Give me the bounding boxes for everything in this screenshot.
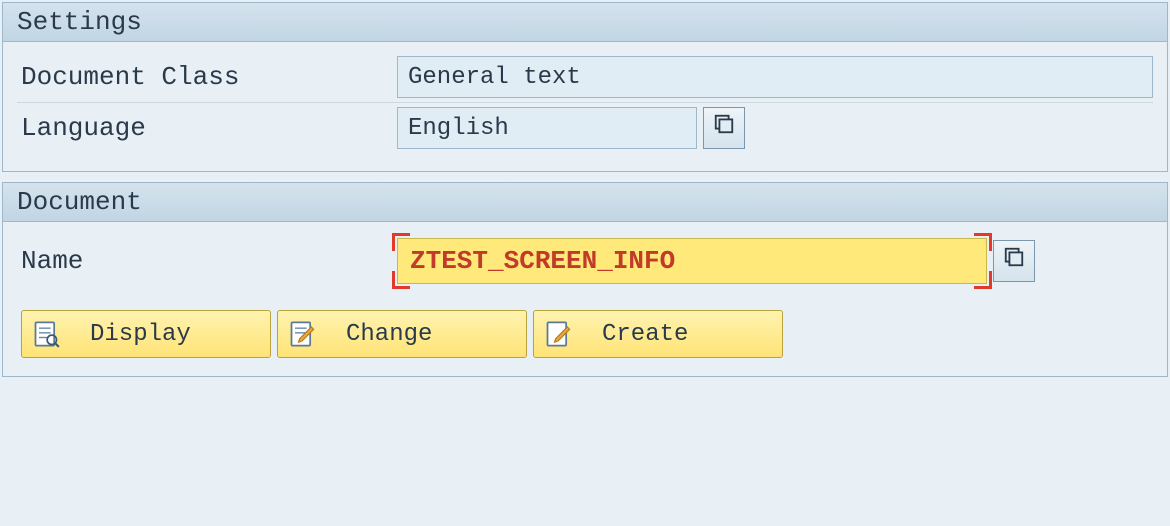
name-field-wrap	[397, 238, 987, 284]
language-label: Language	[17, 113, 397, 143]
language-field[interactable]: English	[397, 107, 697, 149]
required-corner-icon	[974, 271, 992, 289]
display-icon	[32, 320, 60, 348]
required-corner-icon	[392, 233, 410, 251]
display-button[interactable]: Display	[21, 310, 271, 358]
create-button-label: Create	[602, 321, 688, 348]
value-help-icon	[713, 113, 735, 143]
language-value-help-button[interactable]	[703, 107, 745, 149]
required-corner-icon	[974, 233, 992, 251]
language-row: Language English	[17, 103, 1153, 153]
create-icon	[544, 320, 572, 348]
change-button[interactable]: Change	[277, 310, 527, 358]
settings-panel: Settings Document Class General text Lan…	[2, 2, 1168, 172]
settings-panel-header: Settings	[3, 3, 1167, 42]
document-panel: Document Name Display	[2, 182, 1168, 377]
display-button-label: Display	[90, 321, 191, 348]
name-label: Name	[17, 246, 397, 276]
document-title: Document	[17, 187, 142, 217]
create-button[interactable]: Create	[533, 310, 783, 358]
change-button-label: Change	[346, 321, 432, 348]
name-input[interactable]	[397, 238, 987, 284]
button-bar: Display Change Create	[17, 304, 1153, 358]
document-class-value: General text	[408, 64, 581, 91]
settings-title: Settings	[17, 7, 142, 37]
document-panel-header: Document	[3, 183, 1167, 222]
name-value-help-button[interactable]	[993, 240, 1035, 282]
document-class-row: Document Class General text	[17, 52, 1153, 103]
value-help-icon	[1003, 246, 1025, 276]
document-panel-body: Name Display	[3, 222, 1167, 376]
settings-panel-body: Document Class General text Language Eng…	[3, 42, 1167, 171]
document-class-label: Document Class	[17, 62, 397, 92]
change-icon	[288, 320, 316, 348]
name-row: Name	[17, 232, 1153, 304]
required-corner-icon	[392, 271, 410, 289]
document-class-field[interactable]: General text	[397, 56, 1153, 98]
language-value: English	[408, 115, 509, 142]
